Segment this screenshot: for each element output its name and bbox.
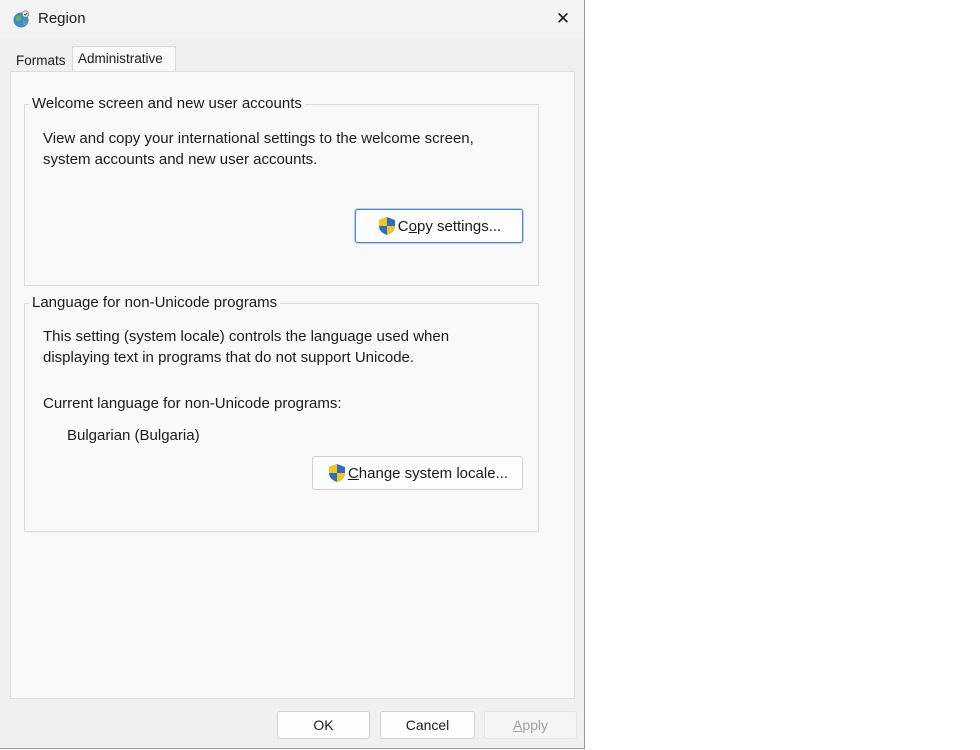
change-system-locale-button[interactable]: Change system locale... xyxy=(312,456,523,490)
ok-button[interactable]: OK xyxy=(277,711,370,739)
uac-shield-icon xyxy=(328,464,345,482)
tab-administrative[interactable]: Administrative xyxy=(72,46,176,72)
locale-description-line1: This setting (system locale) controls th… xyxy=(43,328,450,345)
welcome-screen-group: Welcome screen and new user accounts Vie… xyxy=(24,95,539,286)
cancel-button[interactable]: Cancel xyxy=(380,711,475,739)
close-icon: ✕ xyxy=(555,9,571,28)
title-bar: Region ✕ xyxy=(0,0,584,38)
welcome-description-line1: View and copy your international setting… xyxy=(43,130,474,147)
close-button[interactable]: ✕ xyxy=(540,0,586,38)
tab-formats[interactable]: Formats xyxy=(10,49,74,71)
current-language-label: Current language for non-Unicode program… xyxy=(43,395,342,412)
region-dialog: Region ✕ Formats Administrative Welcome … xyxy=(0,0,585,749)
non-unicode-group-legend: Language for non-Unicode programs xyxy=(29,294,281,311)
globe-icon xyxy=(13,10,30,28)
current-language-value: Bulgarian (Bulgaria) xyxy=(67,427,200,444)
apply-button[interactable]: Apply xyxy=(484,711,577,739)
welcome-group-legend: Welcome screen and new user accounts xyxy=(29,95,305,112)
copy-settings-button[interactable]: Copy settings... xyxy=(355,209,523,243)
welcome-description-line2: system accounts and new user accounts. xyxy=(43,151,318,168)
change-system-locale-label: Change system locale... xyxy=(347,464,509,482)
locale-description-line2: displaying text in programs that do not … xyxy=(43,349,415,366)
non-unicode-group: Language for non-Unicode programs This s… xyxy=(24,294,539,532)
window-title: Region xyxy=(38,10,86,27)
copy-settings-label: Copy settings... xyxy=(397,217,502,235)
administrative-panel: Welcome screen and new user accounts Vie… xyxy=(10,71,575,699)
uac-shield-icon xyxy=(378,217,395,235)
